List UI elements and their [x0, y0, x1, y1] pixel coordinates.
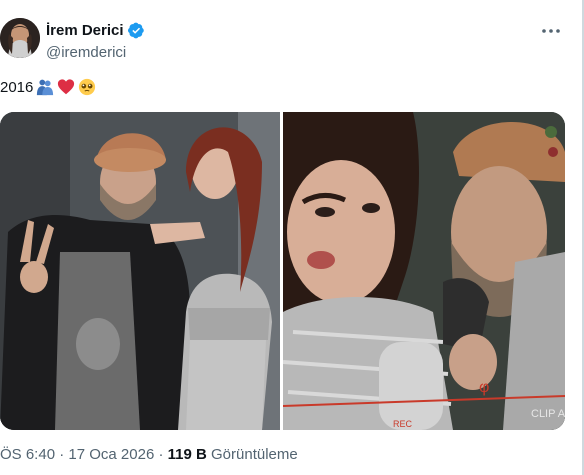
photo-overlay-clip-label: CLIP A	[531, 408, 565, 420]
tweet-card: İrem Derici @iremderici 2016 φ REC CLIP …	[0, 0, 584, 475]
meta-separator-2: ·	[154, 446, 168, 463]
svg-text:REC: REC	[393, 419, 413, 429]
photo-right-image: φ REC CLIP A	[283, 112, 565, 430]
tweet-media: φ REC CLIP A	[0, 112, 565, 430]
author-name-row: İrem Derici	[46, 22, 145, 39]
views-count: 119 B	[167, 446, 207, 463]
red-heart-emoji-icon	[58, 79, 75, 95]
tweet-date[interactable]: 17 Oca 2026	[68, 446, 154, 463]
author-handle[interactable]: @iremderici	[46, 44, 126, 61]
pleading-face-emoji-icon	[79, 78, 96, 96]
tweet-photo-2[interactable]: φ REC CLIP A	[283, 112, 565, 430]
tweet-photo-1[interactable]	[0, 112, 280, 430]
photo-left-image	[0, 112, 280, 430]
more-options-icon[interactable]	[540, 24, 562, 38]
svg-text:φ: φ	[479, 379, 489, 396]
author-avatar[interactable]	[0, 18, 40, 58]
tweet-meta: ÖS 6:40 · 17 Oca 2026 · 119 B Görüntülem…	[0, 446, 298, 463]
hugging-people-emoji-icon	[37, 79, 54, 96]
tweet-text-content: 2016	[0, 78, 34, 96]
views-label: Görüntüleme	[211, 446, 298, 463]
meta-separator: ·	[55, 446, 69, 463]
verified-badge-icon	[127, 22, 144, 39]
tweet-time[interactable]: ÖS 6:40	[0, 446, 55, 463]
tweet-text: 2016	[0, 78, 96, 96]
author-display-name[interactable]: İrem Derici	[46, 22, 124, 39]
avatar-image	[0, 18, 40, 58]
